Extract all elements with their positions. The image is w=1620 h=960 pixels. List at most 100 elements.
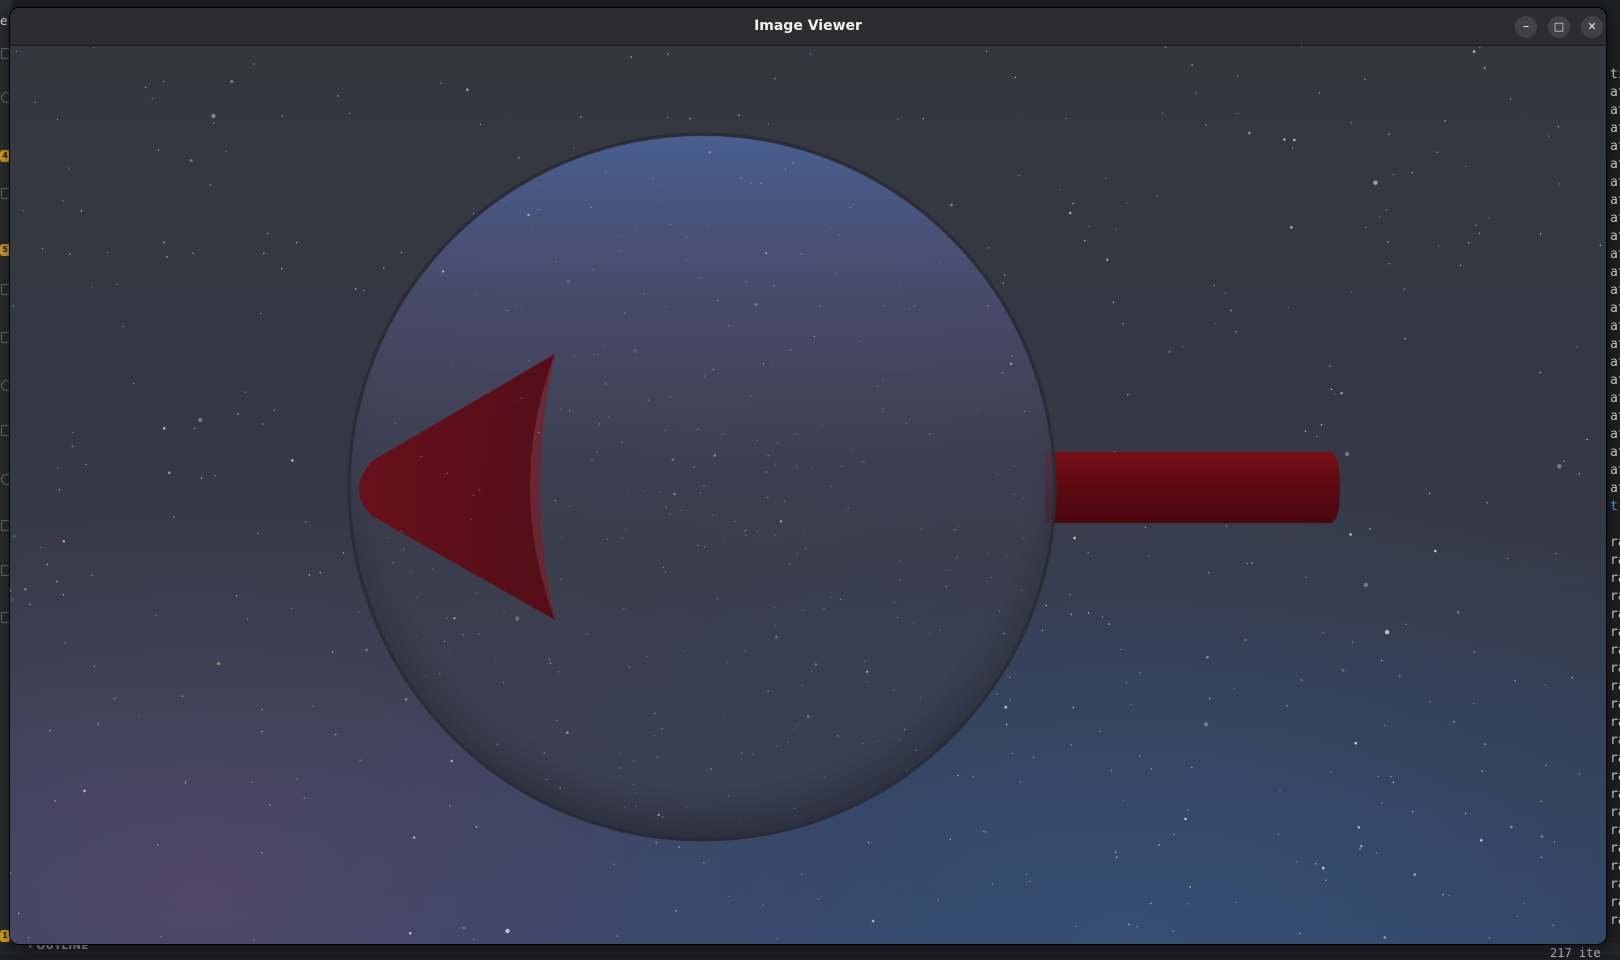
star <box>412 836 416 839</box>
sphere-star <box>773 285 775 287</box>
close-button[interactable]: ✕ <box>1581 16 1603 38</box>
sphere-star <box>596 451 598 453</box>
star <box>1130 704 1132 706</box>
sphere-star <box>669 223 671 226</box>
star <box>1214 322 1216 325</box>
sphere-star <box>566 731 569 734</box>
sphere-star <box>751 753 753 755</box>
sphere-star <box>591 459 593 461</box>
star <box>1105 177 1107 180</box>
star <box>1126 202 1128 204</box>
star <box>1127 393 1129 396</box>
sphere-star <box>624 312 626 314</box>
sphere-star <box>740 177 742 179</box>
star <box>1369 528 1371 530</box>
star <box>230 80 234 83</box>
maximize-button[interactable]: □ <box>1548 16 1570 38</box>
star <box>1486 502 1488 504</box>
star <box>1287 306 1290 309</box>
star <box>332 651 334 653</box>
sphere-star <box>800 253 802 255</box>
minimize-button[interactable]: – <box>1515 16 1537 38</box>
star <box>23 588 27 591</box>
star <box>1112 301 1115 303</box>
code-line: ra <box>1610 787 1620 802</box>
sphere-star <box>686 259 688 261</box>
star <box>1070 613 1073 615</box>
star <box>1006 723 1008 726</box>
star <box>1390 775 1393 778</box>
star <box>290 607 293 610</box>
sphere-star <box>668 396 671 398</box>
star <box>1106 258 1109 262</box>
sphere-star <box>796 724 798 726</box>
sphere-star <box>776 745 778 748</box>
sphere-star <box>775 463 777 465</box>
star <box>767 123 770 125</box>
code-line: ra <box>1610 625 1620 640</box>
sphere-star <box>643 293 645 295</box>
sphere-star <box>954 529 956 531</box>
star <box>655 841 657 844</box>
star <box>1172 930 1174 932</box>
sphere-star <box>388 537 390 539</box>
star <box>312 705 314 707</box>
star <box>260 312 262 314</box>
star <box>1305 576 1307 578</box>
star <box>295 778 297 780</box>
star <box>1087 551 1090 554</box>
star <box>408 932 412 935</box>
star <box>675 910 677 912</box>
star <box>1467 242 1470 244</box>
sphere-star <box>462 634 464 636</box>
sphere-star <box>556 719 558 722</box>
sphere-star <box>623 608 625 610</box>
star <box>1032 757 1035 759</box>
sphere-star <box>621 441 623 443</box>
star <box>1283 138 1286 141</box>
sphere-star <box>760 182 762 184</box>
star <box>1147 555 1150 557</box>
title-bar[interactable]: Image Viewer – □ ✕ <box>10 8 1606 46</box>
star <box>151 97 154 100</box>
star <box>613 863 615 865</box>
star <box>1453 721 1455 723</box>
star <box>991 883 994 885</box>
sphere-star <box>728 325 730 327</box>
sphere-star <box>788 563 790 565</box>
star <box>83 789 86 793</box>
sphere-star <box>790 349 792 351</box>
star <box>72 432 74 434</box>
star <box>342 552 345 554</box>
code-line: ra <box>1610 679 1620 694</box>
star <box>263 252 265 255</box>
star <box>209 184 212 186</box>
star <box>689 118 691 120</box>
star <box>34 101 36 104</box>
star <box>957 774 959 777</box>
star <box>13 535 15 537</box>
star <box>1383 724 1386 727</box>
star <box>1290 226 1293 229</box>
sphere-star <box>741 752 743 754</box>
star <box>1364 226 1367 229</box>
star <box>615 935 618 937</box>
code-line: ra <box>1610 805 1620 820</box>
sphere-star <box>392 562 394 564</box>
sphere-star <box>794 807 796 810</box>
sphere-star <box>767 496 769 498</box>
star <box>1073 536 1076 540</box>
star <box>1411 172 1413 174</box>
star <box>1084 240 1086 242</box>
star <box>1578 773 1581 775</box>
star <box>479 123 482 126</box>
sphere-star <box>666 506 668 508</box>
star <box>1226 525 1228 527</box>
sphere-star <box>664 571 667 573</box>
sphere-star <box>697 544 699 547</box>
star <box>801 873 803 875</box>
star <box>166 256 168 258</box>
close-icon: ✕ <box>1587 20 1597 33</box>
star <box>49 729 51 731</box>
star <box>1206 656 1209 659</box>
